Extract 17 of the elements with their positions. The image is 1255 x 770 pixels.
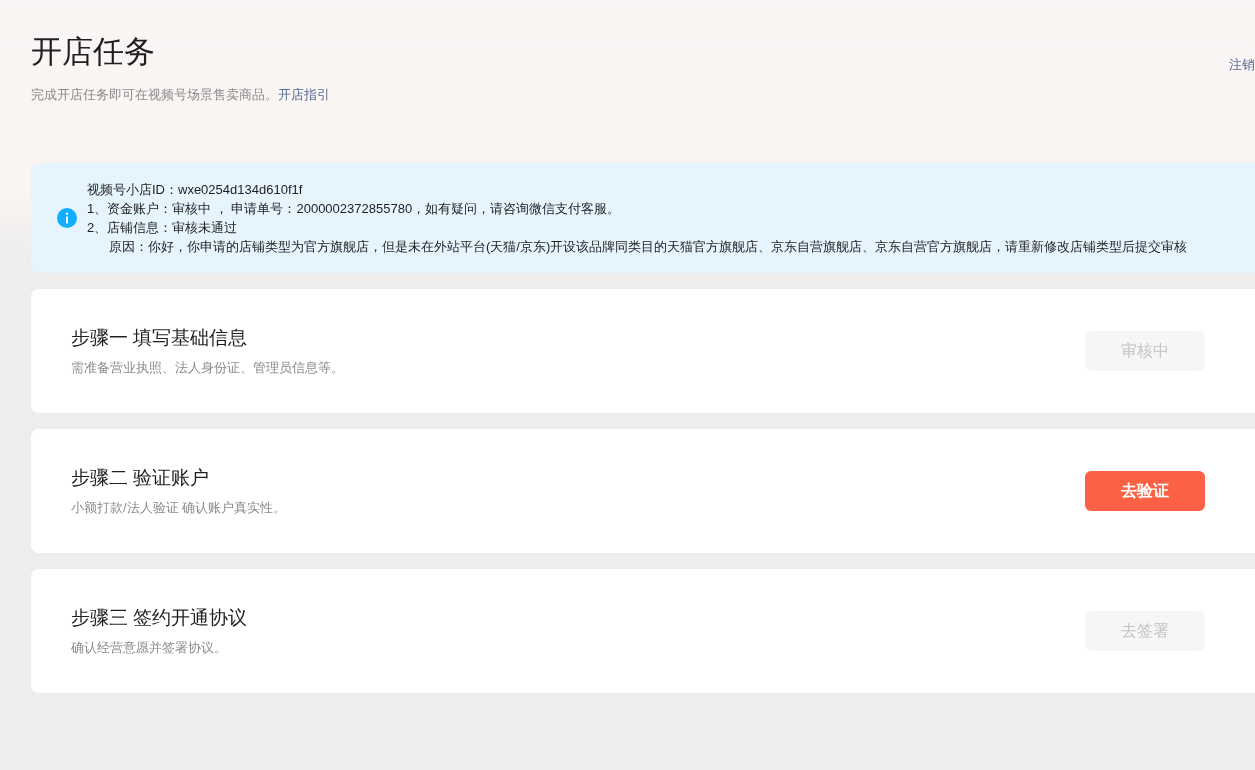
page-subtitle: 完成开店任务即可在视频号场景售卖商品。 xyxy=(31,86,278,104)
step-title: 步骤一 填写基础信息 xyxy=(71,326,249,350)
status-line: 1、资金账户：审核中 ， 申请单号：2000002372855780，如有疑问，请咨询微信支付客服。 xyxy=(87,200,622,218)
step-button[interactable]: 去验证 xyxy=(1085,471,1205,511)
step-description: 需准备营业执照、法人身份证、管理员信息等。 xyxy=(71,359,345,377)
info-icon xyxy=(57,208,77,228)
step-description: 小额打款/法人验证 确认账户真实性。 xyxy=(71,499,288,517)
shop-id-text: 视频号小店ID：wxe0254d134d610f1f xyxy=(87,181,304,199)
step-title: 步骤二 验证账户 xyxy=(71,466,211,490)
step-description: 确认经营意愿并签署协议。 xyxy=(71,639,228,657)
guide-link[interactable]: 开店指引 xyxy=(278,86,330,104)
reason-text: 你好，你申请的店铺类型为官方旗舰店，但是未在外站平台(天猫/京东)开设该品牌同类目的天猫官方旗舰店、京东自营旗舰店、京东自营官方旗舰店，请重新修改店铺类型后提交审核 xyxy=(148,238,1188,256)
reason-label: 原因： xyxy=(109,238,148,256)
page-title: 开店任务 xyxy=(31,33,155,71)
status-line: 2、店铺信息：审核未通过 xyxy=(87,219,239,237)
logout-link[interactable]: 注销 xyxy=(1229,56,1255,74)
step-title: 步骤三 签约开通协议 xyxy=(71,606,249,630)
